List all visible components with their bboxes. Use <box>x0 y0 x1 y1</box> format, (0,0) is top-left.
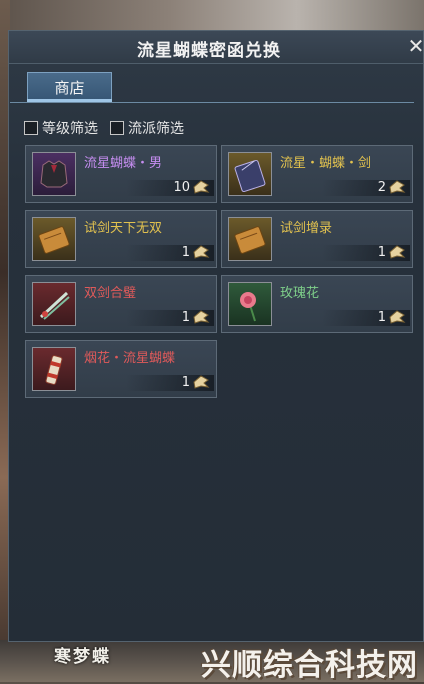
item-name: 双剑合璧 <box>84 286 137 301</box>
shop-item[interactable]: 流星蝴蝶・男 10 <box>25 145 217 203</box>
item-name: 试剑天下无双 <box>84 221 163 236</box>
item-count: 2 <box>377 180 386 195</box>
scroll-icon <box>228 217 272 261</box>
shop-item[interactable]: 烟花・流星蝴蝶 1 <box>25 340 217 398</box>
item-count: 1 <box>377 245 386 260</box>
armor-icon <box>32 152 76 196</box>
school-filter-label: 流派筛选 <box>128 121 184 137</box>
item-name: 流星蝴蝶・男 <box>84 156 163 171</box>
scroll-icon <box>32 217 76 261</box>
shop-item[interactable]: 试剑天下无双 1 <box>25 210 217 268</box>
twin-swords-icon <box>32 282 76 326</box>
filter-level[interactable]: 等级筛选 <box>24 118 98 138</box>
butterfly-token-icon <box>193 180 210 194</box>
shop-item[interactable]: 流星・蝴蝶・剑 2 <box>221 145 413 203</box>
close-button[interactable]: ✕ <box>405 35 424 57</box>
item-name: 烟花・流星蝴蝶 <box>84 351 176 366</box>
shop-item[interactable]: 玫瑰花 1 <box>221 275 413 333</box>
panel-header: 流星蝴蝶密函兑换 ✕ <box>9 31 424 64</box>
level-filter-label: 等级筛选 <box>42 121 98 137</box>
tab-active-indicator <box>27 99 112 102</box>
item-name: 试剑增录 <box>280 221 333 236</box>
butterfly-token-icon <box>389 180 406 194</box>
filter-school[interactable]: 流派筛选 <box>110 118 184 138</box>
filter-row: 等级筛选 流派筛选 <box>24 118 190 138</box>
item-name: 玫瑰花 <box>280 286 320 301</box>
butterfly-token-icon <box>193 310 210 324</box>
panel-title: 流星蝴蝶密函兑换 <box>137 41 281 61</box>
butterfly-token-icon <box>389 245 406 259</box>
school-filter-checkbox[interactable] <box>110 121 124 135</box>
item-name: 流星・蝴蝶・剑 <box>280 156 372 171</box>
shop-item[interactable]: 双剑合璧 1 <box>25 275 217 333</box>
background-top <box>0 0 424 30</box>
butterfly-token-icon <box>389 310 406 324</box>
shop-item[interactable]: 试剑增录 1 <box>221 210 413 268</box>
firework-icon <box>32 347 76 391</box>
item-count: 10 <box>173 180 190 195</box>
character-name: 寒梦蝶 <box>54 647 111 667</box>
book-icon <box>228 152 272 196</box>
item-count: 1 <box>181 310 190 325</box>
item-count: 1 <box>377 310 386 325</box>
item-count: 1 <box>181 245 190 260</box>
level-filter-checkbox[interactable] <box>24 121 38 135</box>
butterfly-token-icon <box>193 375 210 389</box>
tab-bar: 商店 <box>10 72 414 103</box>
tab-shop[interactable]: 商店 <box>27 72 112 102</box>
item-count: 1 <box>181 375 190 390</box>
rose-icon <box>228 282 272 326</box>
watermark: 兴顺综合科技网 <box>201 648 418 683</box>
butterfly-token-icon <box>193 245 210 259</box>
